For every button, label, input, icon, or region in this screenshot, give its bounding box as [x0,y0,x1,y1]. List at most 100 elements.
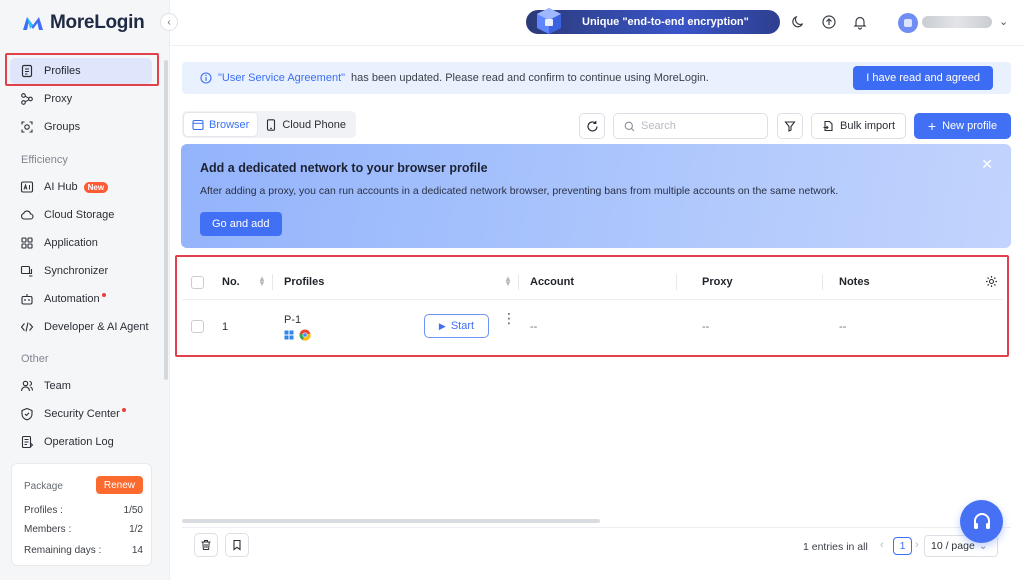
notes-cell: -- [839,321,847,333]
chevron-right-icon[interactable]: › [915,539,919,551]
column-header-no[interactable]: No. [222,276,240,288]
notification-dot [121,408,126,412]
sidebar-item-label: Profiles [44,65,81,77]
encryption-promo-banner[interactable]: Unique "end-to-end encryption" [526,8,780,34]
tab-cloud-phone[interactable]: Cloud Phone [257,113,354,136]
sidebar-item-label: Groups [44,121,81,133]
gear-icon[interactable] [985,275,998,288]
delete-button[interactable] [194,533,218,557]
tab-browser[interactable]: Browser [184,113,258,136]
trash-icon [201,540,211,550]
document-icon [21,64,33,78]
user-name[interactable]: n [922,16,992,28]
refresh-button[interactable] [579,113,605,139]
sidebar-item-application[interactable]: Application [10,230,152,256]
user-service-agreement-link[interactable]: "User Service Agreement" [218,72,345,84]
section-title-efficiency: Efficiency [21,154,68,166]
search-icon [624,121,635,131]
agreement-notice: "User Service Agreement" has been update… [182,62,1011,94]
sidebar-item-proxy[interactable]: Proxy [10,86,152,112]
account-cell: -- [530,321,538,333]
column-header-proxy[interactable]: Proxy [702,276,733,288]
search-box [613,113,768,139]
sidebar-item-label: Operation Log [44,436,114,448]
morelogin-logo-icon [23,17,43,30]
column-header-notes[interactable]: Notes [839,276,870,288]
sidebar-item-label: Security Center [44,408,120,420]
sidebar-item-profiles[interactable]: Profiles [10,58,152,84]
sort-icon[interactable]: ▲ ▼ [258,275,266,288]
sidebar-item-groups[interactable]: Groups [10,114,152,140]
sidebar-item-label: Cloud Storage [44,209,115,221]
import-icon [823,120,833,132]
sidebar-item-ai-hub[interactable]: AI Hub New [10,174,152,200]
support-button[interactable] [960,500,1003,543]
collapse-sidebar-button[interactable]: ‹ [160,13,178,31]
table-horizontal-scrollbar[interactable] [182,519,600,523]
select-all-checkbox[interactable] [191,276,204,289]
bell-icon[interactable] [852,14,868,30]
start-button[interactable]: ▶ Start [424,314,489,338]
ai-icon [20,181,34,193]
browser-icon [192,119,204,130]
profile-name[interactable]: P-1 [284,314,301,326]
chevron-down-icon[interactable]: ⌄ [999,15,1008,28]
bookmark-icon [233,539,241,551]
package-row-remaining-days: Remaining days : 14 [24,545,143,556]
moon-icon[interactable] [790,14,806,30]
promo-text: Unique "end-to-end encryption" [582,16,749,28]
new-profile-button[interactable]: + New profile [914,113,1011,139]
upload-icon[interactable] [821,14,837,30]
go-and-add-button[interactable]: Go and add [200,212,282,236]
close-icon[interactable]: ✕ [981,156,993,173]
cloud-icon [21,210,34,220]
chrome-icon [299,329,311,341]
sidebar-item-automation[interactable]: Automation [10,286,152,312]
sidebar-scrollbar[interactable] [164,60,168,380]
filter-button[interactable] [777,113,803,139]
bookmark-button[interactable] [225,533,249,557]
renew-button[interactable]: Renew [95,476,143,494]
sidebar-item-synchronizer[interactable]: Synchronizer [10,258,152,284]
log-icon [21,435,34,449]
grid-icon [21,237,33,249]
new-badge: New [83,181,109,193]
sidebar-item-security-center[interactable]: Security Center [10,401,152,427]
column-header-account[interactable]: Account [530,276,574,288]
agree-button[interactable]: I have read and agreed [853,66,993,90]
phone-icon [267,118,276,131]
avatar[interactable] [898,13,918,33]
banner-description: After adding a proxy, you can run accoun… [200,185,839,197]
sidebar-item-label: Team [44,380,71,392]
sidebar-item-label: Synchronizer [44,265,109,277]
refresh-icon [586,120,598,132]
package-card: Package Renew Profiles : 1/50 Members : … [11,463,152,566]
sidebar-item-label: Developer & AI Agent [44,321,149,333]
sync-icon [20,265,33,277]
app-logo[interactable]: MoreLogin [22,10,145,36]
sort-icon[interactable]: ▲ ▼ [504,275,512,288]
sidebar-item-label: AI Hub [44,181,78,193]
profile-type-tabs: Browser Cloud Phone [182,111,356,138]
sidebar-item-operation-log[interactable]: Operation Log [10,429,152,455]
sidebar-item-developer[interactable]: Developer & AI Agent [10,314,152,340]
code-icon [20,322,34,332]
column-header-profiles[interactable]: Profiles [284,276,324,288]
entries-count: 1 entries in all [803,541,868,553]
page-number-button[interactable]: 1 [893,537,912,555]
robot-icon [21,294,33,305]
sidebar-item-cloud-storage[interactable]: Cloud Storage [10,202,152,228]
row-number: 1 [222,321,229,333]
windows-icon [284,330,294,340]
table-row[interactable]: 1 P-1 ▶ Start ⋮ -- -- -- [182,301,1003,351]
team-icon [20,380,34,392]
info-icon [200,72,212,84]
chevron-left-icon[interactable]: ‹ [880,539,884,551]
package-row-profiles: Profiles : 1/50 [24,505,143,516]
sidebar-item-team[interactable]: Team [10,373,152,399]
row-checkbox[interactable] [191,320,204,333]
banner-title: Add a dedicated network to your browser … [200,161,488,175]
bulk-import-button[interactable]: Bulk import [811,113,906,139]
more-options-icon[interactable]: ⋮ [502,311,516,325]
search-input[interactable] [641,120,751,132]
